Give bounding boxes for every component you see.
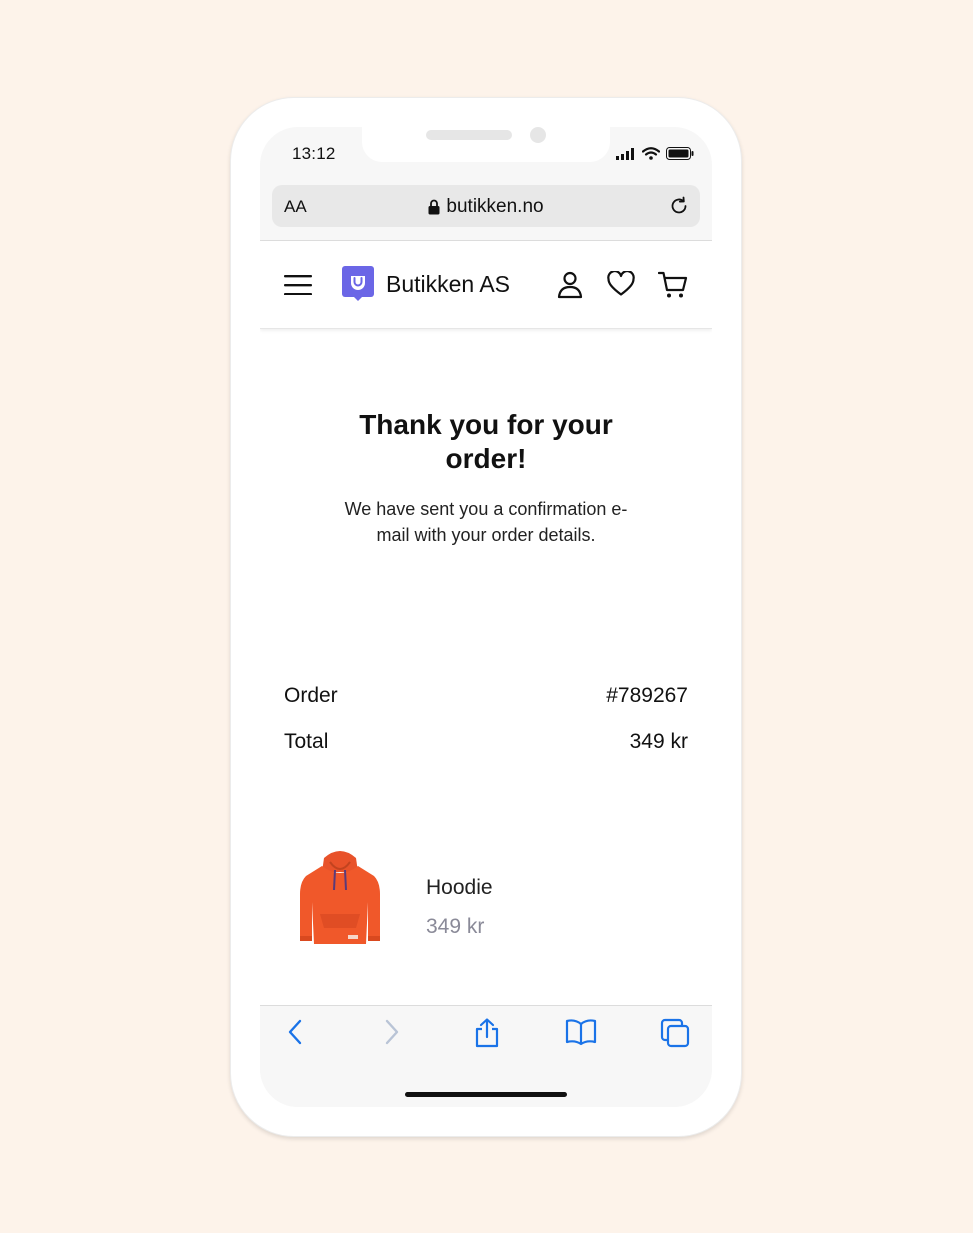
order-total-row: Total 349 kr — [284, 730, 688, 754]
lock-icon — [428, 199, 440, 215]
brand-name[interactable]: Butikken AS — [386, 271, 510, 298]
confirmation-title: Thank you for your order! — [359, 409, 613, 474]
cart-icon[interactable] — [658, 271, 688, 299]
reload-icon[interactable] — [668, 195, 690, 217]
speaker — [426, 130, 512, 140]
home-indicator[interactable] — [405, 1092, 567, 1097]
order-item[interactable]: Hoodie 349 kr — [284, 846, 688, 956]
product-price: 349 kr — [426, 915, 485, 938]
order-label: Order — [284, 684, 338, 707]
status-icons — [616, 147, 694, 160]
product-name: Hoodie — [426, 876, 493, 899]
webpage: Butikken AS Thank you for your order! We… — [260, 240, 712, 1005]
confirmation-message: We have sent you a confirmation e-mail w… — [344, 499, 628, 545]
menu-icon[interactable] — [284, 275, 312, 295]
order-number: #789267 — [606, 684, 688, 707]
signal-icon — [616, 147, 634, 160]
wifi-icon — [642, 147, 660, 160]
phone-screen: 13:12 AA butikken.no Butikken AS Thank y… — [260, 127, 712, 1107]
tabs-icon[interactable] — [660, 1018, 690, 1048]
address-bar[interactable]: AA butikken.no — [272, 185, 700, 227]
heart-icon[interactable] — [607, 271, 635, 297]
status-time: 13:12 — [292, 144, 336, 163]
url-display[interactable]: butikken.no — [272, 196, 700, 218]
battery-icon — [666, 147, 694, 160]
hoodie-image — [284, 846, 396, 956]
bookmarks-icon[interactable] — [565, 1018, 597, 1046]
url-text: butikken.no — [446, 196, 544, 217]
notch — [362, 127, 610, 162]
brand-logo-icon[interactable] — [342, 266, 374, 302]
total-label: Total — [284, 730, 329, 753]
order-number-row: Order #789267 — [284, 684, 688, 708]
back-icon[interactable] — [284, 1018, 308, 1046]
forward-icon[interactable] — [379, 1018, 403, 1046]
share-icon[interactable] — [473, 1018, 501, 1048]
total-value: 349 kr — [629, 730, 688, 753]
account-icon[interactable] — [557, 271, 583, 299]
site-header: Butikken AS — [260, 241, 712, 329]
browser-toolbar — [260, 1005, 712, 1107]
camera — [530, 127, 546, 143]
phone-frame: 13:12 AA butikken.no Butikken AS Thank y… — [230, 97, 742, 1137]
